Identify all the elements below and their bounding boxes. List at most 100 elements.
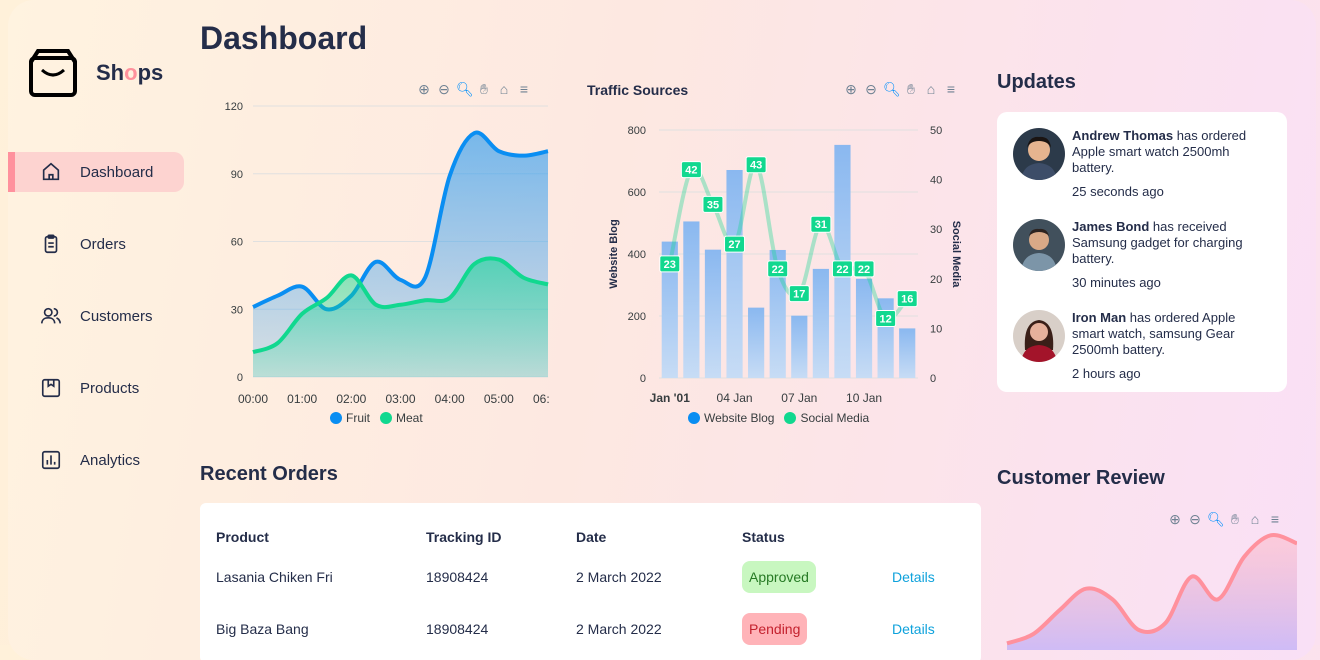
zoom-in-icon[interactable]: ⊕ bbox=[416, 81, 432, 97]
sidebar-item-customers[interactable]: Customers bbox=[8, 296, 184, 336]
reset-home-icon[interactable]: ⌂ bbox=[1247, 511, 1263, 527]
sidebar-item-label: Analytics bbox=[80, 451, 141, 469]
avatar bbox=[1013, 128, 1065, 180]
column-header-product: Product bbox=[216, 529, 269, 545]
zoom-in-icon[interactable]: ⊕ bbox=[1167, 511, 1183, 527]
x-tick-label: 01:00 bbox=[287, 392, 317, 406]
y-tick-label: 0 bbox=[237, 372, 243, 384]
clipboard-icon bbox=[44, 234, 58, 254]
menu-icon[interactable]: ≡ bbox=[1267, 511, 1283, 527]
sidebar-item-label: Products bbox=[80, 379, 140, 397]
cell-tracking-id: 18908424 bbox=[426, 569, 489, 585]
x-tick-label: 04 Jan bbox=[717, 391, 753, 405]
avatar bbox=[1013, 219, 1065, 271]
brand-logo: Shops bbox=[28, 48, 163, 98]
zoom-select-icon[interactable]: 🔍︎ bbox=[883, 81, 901, 97]
zoom-in-icon[interactable]: ⊕ bbox=[843, 81, 859, 97]
bar bbox=[748, 307, 765, 378]
y2-tick-label: 0 bbox=[930, 373, 936, 385]
menu-icon[interactable]: ≡ bbox=[943, 81, 959, 97]
data-label: 22 bbox=[836, 264, 848, 276]
y-tick-label: 0 bbox=[640, 373, 646, 385]
update-item: Iron Man has ordered Apple smart watch, … bbox=[1013, 310, 1271, 381]
table-row: Lasania Chiken Fri 18908424 2 March 2022… bbox=[200, 551, 981, 603]
page-title: Dashboard bbox=[200, 20, 368, 56]
x-tick-label: 07 Jan bbox=[781, 391, 817, 405]
x-tick-label: 04:00 bbox=[435, 392, 465, 406]
data-label: 42 bbox=[685, 165, 697, 177]
update-item: Andrew Thomas has ordered Apple smart wa… bbox=[1013, 128, 1271, 199]
status-badge: Approved bbox=[742, 561, 816, 593]
pan-icon[interactable]: ✋︎ bbox=[903, 81, 919, 97]
y-tick-label: 90 bbox=[231, 169, 243, 181]
sidebar-item-label: Dashboard bbox=[80, 163, 154, 181]
y-axis-label: Website Blog bbox=[608, 219, 620, 288]
sidebar-item-products[interactable]: Products bbox=[8, 368, 184, 408]
package-icon bbox=[41, 378, 61, 398]
data-label: 22 bbox=[772, 264, 784, 276]
updates-panel: Andrew Thomas has ordered Apple smart wa… bbox=[997, 112, 1287, 392]
pan-icon[interactable]: ✋︎ bbox=[1227, 511, 1243, 527]
avatar bbox=[1013, 310, 1065, 362]
cell-tracking-id: 18908424 bbox=[426, 621, 489, 637]
y-tick-label: 200 bbox=[628, 311, 646, 323]
y2-tick-label: 30 bbox=[930, 224, 942, 236]
data-label: 16 bbox=[901, 294, 913, 306]
bar bbox=[855, 278, 873, 378]
bar bbox=[683, 221, 700, 378]
pan-icon[interactable]: ✋︎ bbox=[476, 81, 492, 97]
recent-orders-table: Product Tracking ID Date Status Lasania … bbox=[200, 503, 981, 660]
zoom-out-icon[interactable]: ⊖ bbox=[1187, 511, 1203, 527]
customer-review-chart bbox=[1006, 532, 1297, 650]
fruit-meat-area-chart: 0 30 60 90 120 00:00 01:00 02:00 03:00 04:00 05:00… bbox=[225, 101, 550, 406]
bar bbox=[726, 169, 743, 378]
traffic-sources-chart: 0 200 400 600 800 0 10 20 30 40 50 Website Blog Soci… bbox=[608, 125, 962, 405]
data-label: 22 bbox=[858, 264, 870, 276]
table-header-row: Product Tracking ID Date Status bbox=[200, 503, 981, 551]
bar-chart-icon bbox=[41, 450, 61, 470]
x-tick-label: 06:00 bbox=[533, 392, 550, 406]
cell-product: Lasania Chiken Fri bbox=[216, 569, 333, 585]
reset-home-icon[interactable]: ⌂ bbox=[496, 81, 512, 97]
cell-date: 2 March 2022 bbox=[576, 569, 662, 585]
update-item: James Bond has received Samsung gadget f… bbox=[1013, 219, 1271, 290]
shopping-bag-icon bbox=[29, 49, 77, 97]
sidebar-item-dashboard[interactable]: Dashboard bbox=[8, 152, 184, 192]
data-label: 43 bbox=[750, 160, 762, 172]
data-label: 17 bbox=[793, 289, 805, 301]
cell-status: Pending bbox=[726, 603, 876, 655]
zoom-select-icon[interactable]: 🔍︎ bbox=[456, 81, 474, 97]
bar bbox=[899, 328, 916, 378]
home-icon bbox=[42, 162, 60, 181]
y-tick-label: 120 bbox=[225, 101, 243, 113]
legend-item-meat[interactable]: Meat bbox=[380, 411, 423, 425]
update-time: 30 minutes ago bbox=[1072, 275, 1161, 290]
status-badge: Pending bbox=[742, 613, 808, 645]
sidebar-item-analytics[interactable]: Analytics bbox=[8, 440, 184, 480]
menu-icon[interactable]: ≡ bbox=[516, 81, 532, 97]
sidebar-item-orders[interactable]: Orders bbox=[8, 224, 184, 264]
update-message: Andrew Thomas has ordered Apple smart wa… bbox=[1072, 128, 1247, 175]
y2-tick-label: 10 bbox=[930, 323, 942, 335]
legend-item-website-blog[interactable]: Website Blog bbox=[688, 411, 774, 425]
data-label: 12 bbox=[880, 313, 892, 325]
data-label: 23 bbox=[664, 259, 676, 271]
bar bbox=[791, 315, 808, 378]
y2-tick-label: 40 bbox=[930, 175, 942, 187]
cell-product: Big Baza Bang bbox=[216, 621, 309, 637]
update-message: James Bond has received Samsung gadget f… bbox=[1072, 219, 1243, 266]
sidebar-item-label: Orders bbox=[80, 235, 126, 253]
bar bbox=[704, 249, 722, 378]
legend-item-social-media[interactable]: Social Media bbox=[784, 411, 869, 425]
zoom-out-icon[interactable]: ⊖ bbox=[436, 81, 452, 97]
y-tick-label: 400 bbox=[628, 249, 646, 261]
zoom-out-icon[interactable]: ⊖ bbox=[863, 81, 879, 97]
zoom-select-icon[interactable]: 🔍︎ bbox=[1207, 511, 1225, 527]
legend-item-fruit[interactable]: Fruit bbox=[330, 411, 370, 425]
bar bbox=[812, 268, 829, 378]
details-link[interactable]: Details bbox=[892, 621, 935, 637]
x-tick-label: 02:00 bbox=[336, 392, 366, 406]
details-link[interactable]: Details bbox=[892, 569, 935, 585]
chart3-toolbar: ⊕ ⊖ 🔍︎ ✋︎ ⌂ ≡ bbox=[1167, 511, 1283, 527]
reset-home-icon[interactable]: ⌂ bbox=[923, 81, 939, 97]
